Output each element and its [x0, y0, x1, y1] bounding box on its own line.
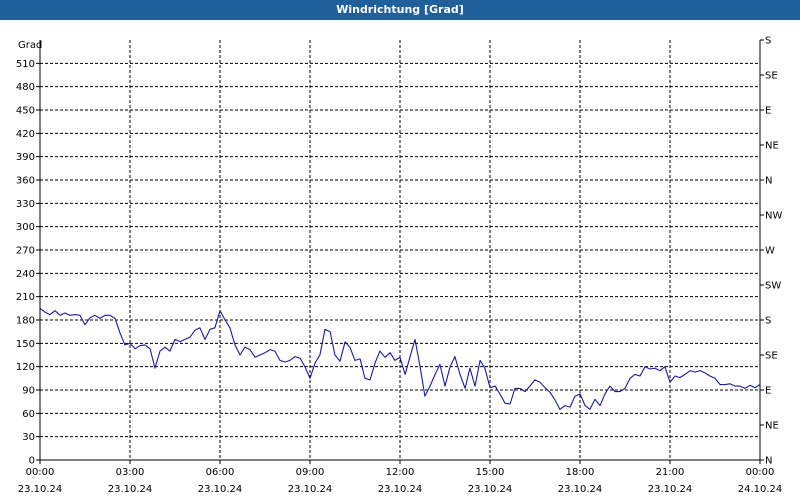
x-tick-date-label: 23.10.24	[648, 484, 693, 495]
x-tick-time-label: 00:00	[746, 467, 775, 478]
y-tick-label: 480	[16, 82, 35, 93]
x-tick-date-label: 23.10.24	[468, 484, 513, 495]
x-tick-time-label: 15:00	[476, 467, 505, 478]
y-tick-label: 180	[16, 316, 35, 327]
y-tick-label: 0	[29, 456, 35, 467]
y2-tick-label: S	[765, 316, 771, 327]
x-tick-time-label: 09:00	[296, 467, 325, 478]
y-tick-label: 60	[22, 409, 35, 420]
y2-tick-label: NE	[765, 421, 779, 432]
y2-tick-label: N	[765, 176, 772, 187]
y2-tick-label: SW	[765, 281, 781, 292]
y2-tick-label: E	[765, 386, 771, 397]
x-tick-date-label: 23.10.24	[378, 484, 423, 495]
y2-tick-label: NW	[765, 211, 782, 222]
y-tick-label: 30	[22, 432, 35, 443]
wind-direction-chart: 0 30 60 90 120 150 180 210 240 270 300 330 360 390 420…	[16, 36, 783, 496]
y2-tick-label: SE	[765, 351, 778, 362]
y2-tick-label: N	[765, 456, 772, 467]
x-tick-time-label: 03:00	[116, 467, 145, 478]
x-tick-date-label: 23.10.24	[288, 484, 333, 495]
y2-tick-label: W	[765, 246, 775, 257]
x-tick-date-label: 23.10.24	[198, 484, 243, 495]
y-tick-label: 330	[16, 199, 35, 210]
x-tick-date-label: 23.10.24	[18, 484, 63, 495]
y-tick-label: 150	[16, 339, 35, 350]
y-tick-label: 240	[16, 269, 35, 280]
y-tick-label: 300	[16, 222, 35, 233]
x-tick-time-label: 00:00	[26, 467, 55, 478]
y-tick-label: 120	[16, 362, 35, 373]
y-axis-label: Grad	[18, 40, 42, 51]
y-tick-label: 90	[22, 386, 35, 397]
y2-tick-label: S	[765, 36, 771, 47]
x-tick-date-label: 23.10.24	[108, 484, 153, 495]
x-tick-time-label: 18:00	[566, 467, 595, 478]
y2-tick-label: SE	[765, 71, 778, 82]
y-tick-label: 420	[16, 129, 35, 140]
y-tick-label: 510	[16, 59, 35, 70]
x-tick-time-label: 12:00	[386, 467, 415, 478]
y-tick-label: 360	[16, 176, 35, 187]
x-tick-time-label: 21:00	[656, 467, 685, 478]
y-tick-label: 450	[16, 106, 35, 117]
x-tick-date-label: 24.10.24	[738, 484, 783, 495]
y-tick-label: 390	[16, 152, 35, 163]
chart-title: Windrichtung [Grad]	[336, 3, 464, 16]
y2-tick-label: NE	[765, 141, 779, 152]
x-tick-time-label: 06:00	[206, 467, 235, 478]
y2-tick-label: E	[765, 106, 771, 117]
x-tick-date-label: 23.10.24	[558, 484, 603, 495]
chart-title-bar: Windrichtung [Grad]	[0, 0, 800, 20]
y-tick-label: 210	[16, 292, 35, 303]
y-tick-label: 270	[16, 246, 35, 257]
